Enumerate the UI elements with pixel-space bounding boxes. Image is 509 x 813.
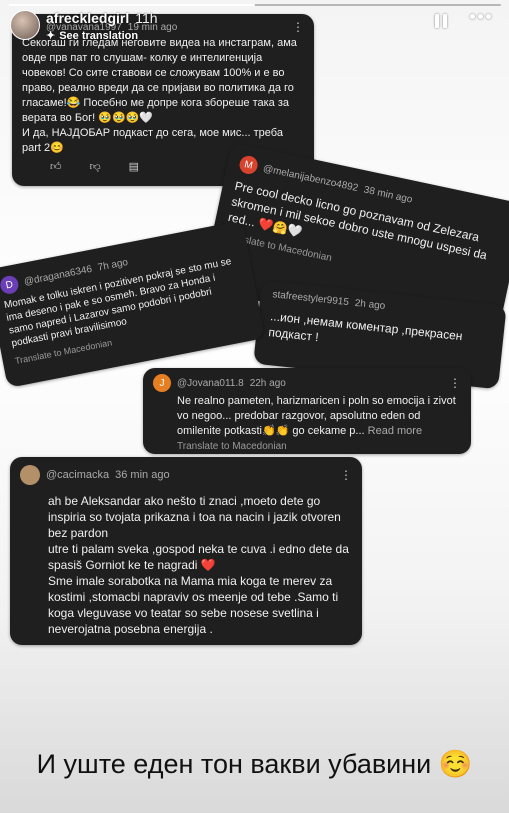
kebab-icon[interactable]: ⋮ [340, 468, 352, 482]
comment-card: @cacimacka 36 min ago ⋮ ah be Aleksandar… [10, 457, 362, 645]
reply-icon[interactable]: ▤ [129, 160, 139, 173]
comment-text: Ne realno pameten, harizmaricen i poln s… [177, 394, 461, 439]
comment-time: 7h ago [96, 256, 129, 274]
comment-time: 2h ago [354, 297, 386, 312]
kebab-icon[interactable]: ⋮ [449, 376, 461, 390]
thumbs-up-icon[interactable]: 👍︎ [50, 160, 62, 173]
avatar: M [237, 154, 260, 176]
pause-icon[interactable] [435, 14, 447, 28]
see-translation-label: See translation [59, 29, 139, 42]
story-username[interactable]: afreckledgirl 11h [46, 10, 158, 26]
translate-icon: ✦ [46, 30, 56, 42]
comment-time: 36 min ago [115, 469, 170, 481]
avatar: D [0, 274, 20, 296]
comment-time: 38 min ago [362, 184, 414, 206]
username-text: afreckledgirl [46, 10, 130, 26]
comment-time: 22h ago [249, 377, 286, 389]
story-caption: И уште еден тон вакви убавини ☺️ [36, 749, 473, 779]
comment-card: D @dragana6346 7h ago Momak e tolku iskr… [0, 220, 266, 388]
comment-header: @cacimacka 36 min ago ⋮ [20, 465, 352, 485]
more-icon[interactable] [470, 14, 491, 19]
avatar [20, 465, 40, 485]
comment-card: J @Jovana011.8 22h ago ⋮ Ne realno pamet… [143, 368, 471, 454]
story-progress-fill [8, 4, 255, 6]
read-more-link[interactable]: Read more [368, 425, 422, 437]
thumbs-down-icon[interactable]: 👎︎ [90, 160, 101, 173]
avatar[interactable] [10, 10, 40, 40]
comment-user: @cacimacka [46, 469, 110, 481]
kebab-icon[interactable]: ⋮ [292, 20, 304, 34]
avatar: J [153, 374, 171, 392]
comment-text: ah be Aleksandar ako nešto ti znaci ,moe… [48, 494, 349, 636]
comment-header: J @Jovana011.8 22h ago ⋮ [153, 374, 461, 392]
comment-user: stafreestyler9915 [271, 289, 350, 309]
comment-user: @Jovana011.8 [177, 377, 244, 389]
comment-text: Секогаш ги гледам неговите видеа на инст… [22, 37, 297, 154]
translate-link[interactable]: Translate to Macedonian [177, 441, 461, 452]
story-progress-bar [8, 4, 501, 6]
story-time: 11h [135, 10, 158, 26]
see-translation-button[interactable]: ✦ See translation [46, 29, 139, 43]
